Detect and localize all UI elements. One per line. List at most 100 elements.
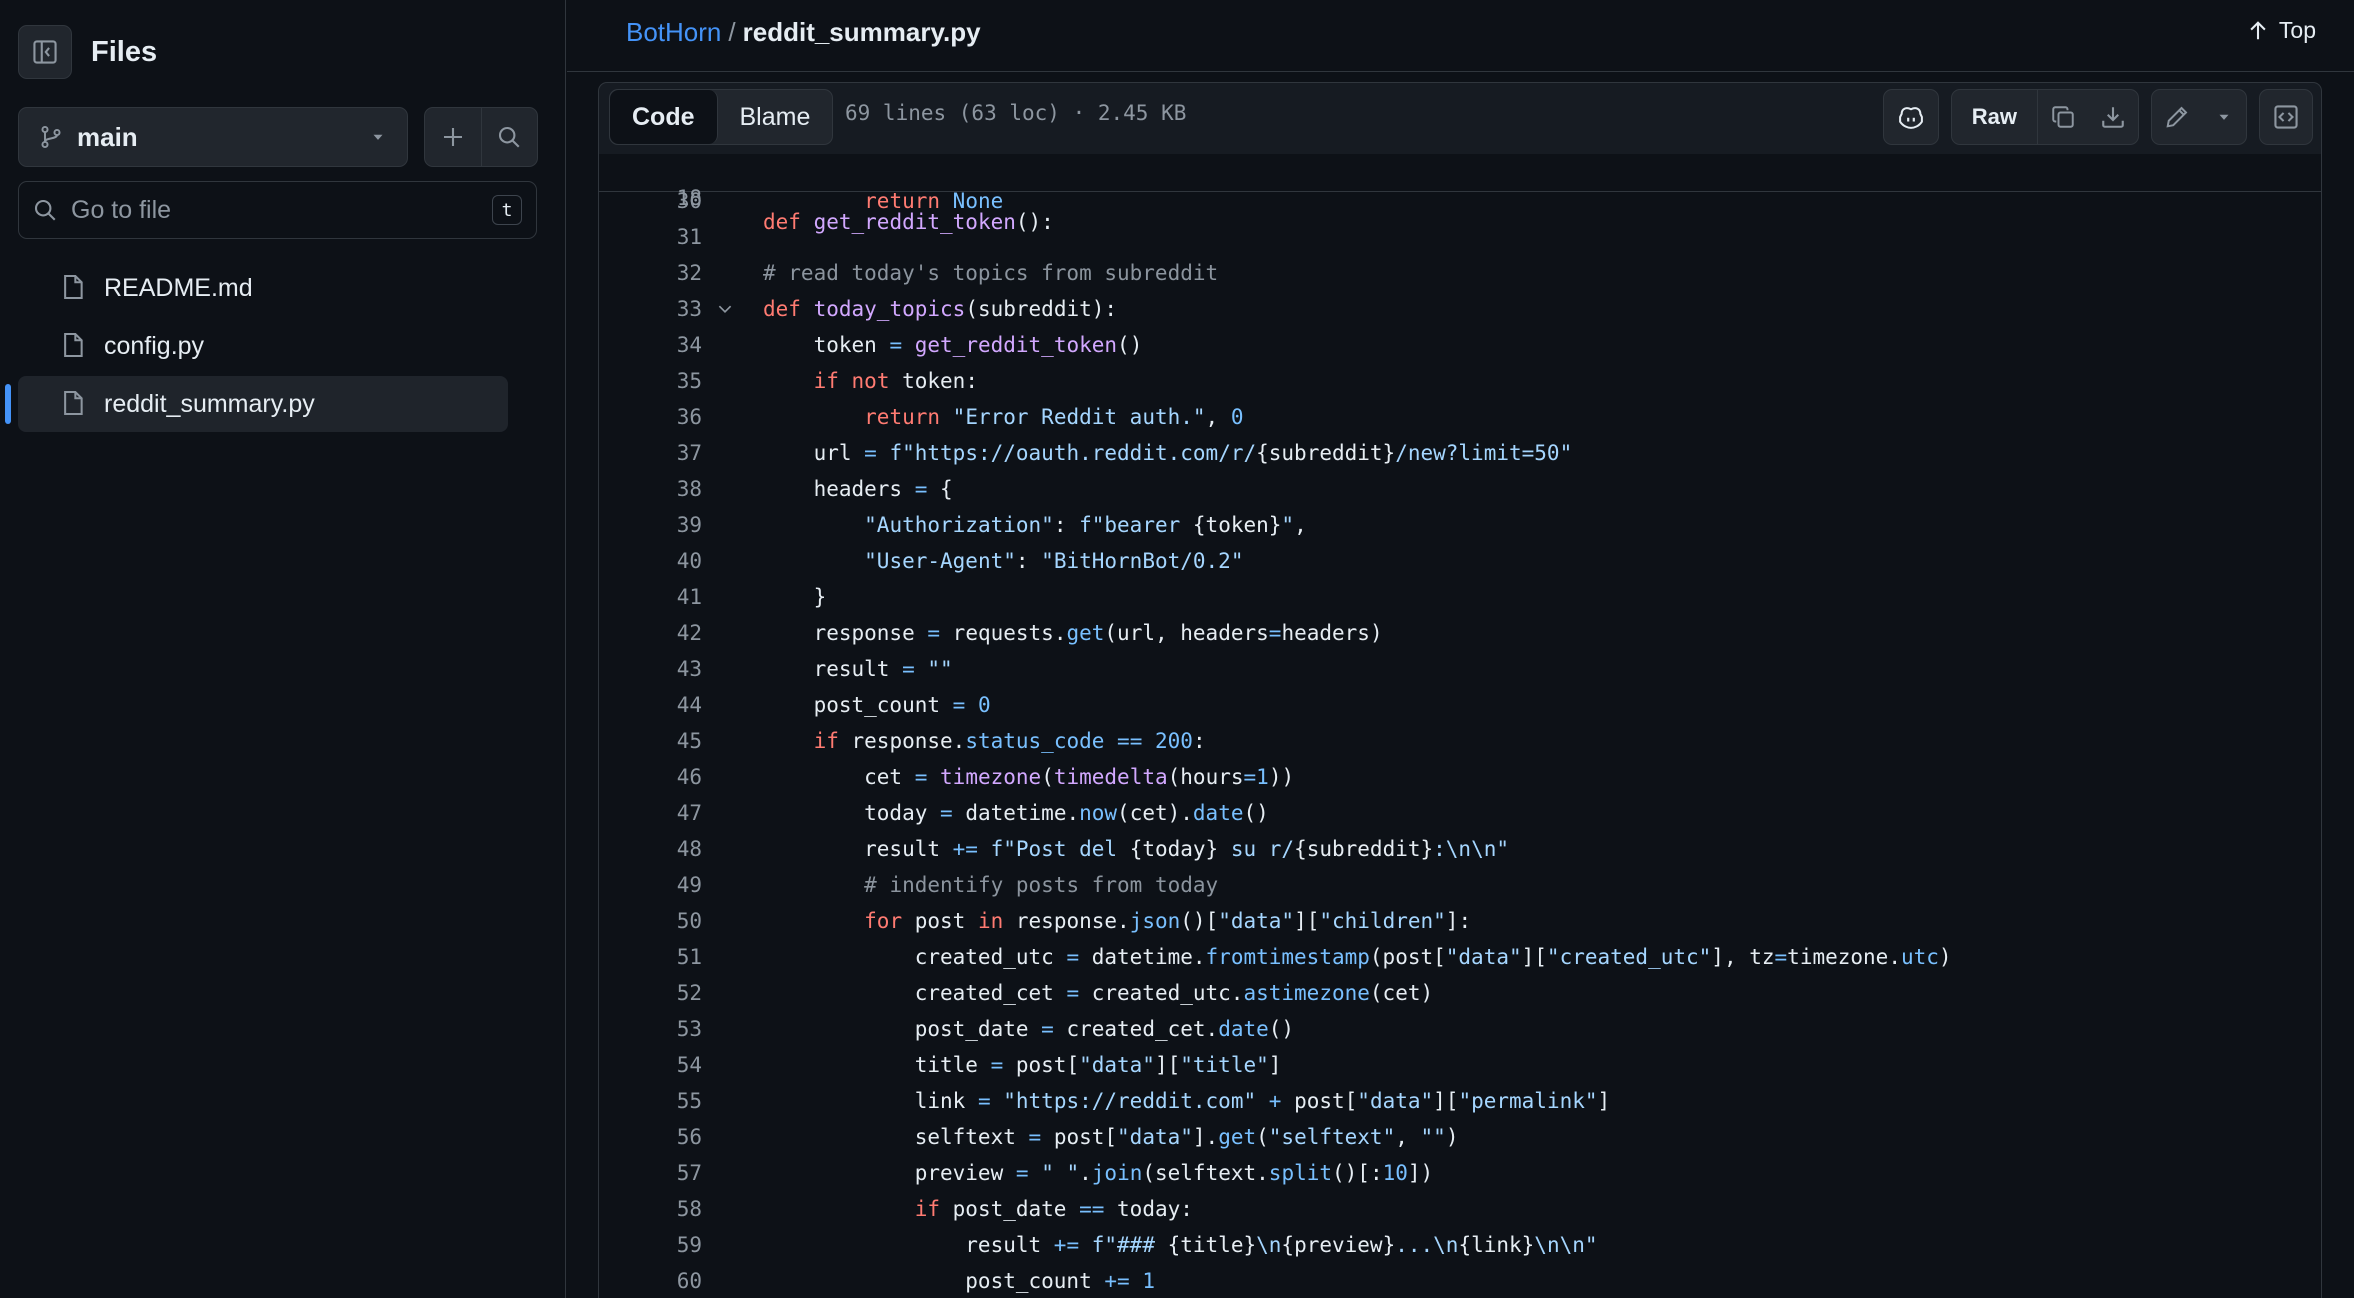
code-text: if post_date == today: [914, 1197, 1193, 1221]
code-text: post_date = created_cet.date() [763, 1017, 1295, 1041]
code-text: for post in response.json()["data"]["chi… [864, 909, 1472, 933]
line-number[interactable]: 46 [599, 759, 702, 795]
go-to-file-placeholder: Go to file [71, 195, 172, 224]
symbols-panel-button[interactable] [2259, 89, 2313, 145]
code-text: headers = { [763, 477, 953, 501]
file-name: reddit_summary.py [104, 389, 315, 418]
line-number[interactable]: 59 [599, 1227, 702, 1263]
line-number[interactable]: 39 [599, 507, 702, 543]
line-number[interactable]: 49 [599, 867, 702, 903]
file-icon [64, 390, 83, 416]
line-number[interactable]: 35 [599, 363, 702, 399]
file-tree-sidebar: Files main Go to file t README.md config… [0, 0, 566, 1298]
scroll-top-label: Top [2278, 17, 2316, 43]
pencil-icon [2166, 106, 2188, 128]
line-number[interactable]: 56 [599, 1119, 702, 1155]
code-text: "Authorization": f"bearer {token}", [864, 513, 1307, 537]
branch-selector[interactable]: main [18, 107, 408, 167]
line-number[interactable]: 55 [599, 1083, 702, 1119]
add-file-button[interactable] [425, 108, 481, 166]
code-lines: 30 return None 31 32 # read today's topics … [599, 183, 2321, 1298]
edit-file-button[interactable] [2152, 90, 2202, 144]
copilot-cell [1884, 90, 1938, 144]
more-edit-options-button[interactable] [2202, 90, 2246, 144]
line-number[interactable]: 51 [599, 939, 702, 975]
line-number[interactable]: 33 [599, 291, 702, 327]
breadcrumb-separator: / [728, 17, 736, 47]
code-line: 34 token = get_reddit_token() [599, 327, 2321, 363]
file-icon [64, 332, 83, 358]
code-line: 38 headers = { [599, 471, 2321, 507]
code-line: 40 "User-Agent": "BitHornBot/0.2" [599, 543, 2321, 579]
code-text: # indentify posts from today [864, 873, 1219, 897]
breadcrumb-repo-link[interactable]: BotHorn [626, 17, 721, 48]
copilot-button[interactable] [1882, 89, 1939, 145]
line-number[interactable]: 32 [599, 255, 702, 291]
line-number[interactable]: 52 [599, 975, 702, 1011]
code-line: 32 # read today's topics from subreddit [599, 255, 2321, 291]
line-number[interactable]: 36 [599, 399, 702, 435]
line-number[interactable]: 42 [599, 615, 702, 651]
code-toolbar: Raw [1882, 89, 2313, 145]
shortcut-hint: t [492, 195, 522, 225]
code-line: 54 title = post["data"]["title"] [599, 1047, 2321, 1083]
line-number[interactable]: 37 [599, 435, 702, 471]
search-files-button[interactable] [480, 108, 538, 166]
line-number[interactable]: 60 [599, 1263, 702, 1298]
download-raw-button[interactable] [2088, 90, 2138, 144]
sticky-scope-header[interactable]: 18 def get_reddit_token(): [599, 154, 2321, 234]
code-line: 59 result += f"### {title}\n{preview}...… [599, 1227, 2321, 1263]
tab-code[interactable]: Code [610, 90, 718, 144]
tree-actions [424, 107, 538, 167]
line-number[interactable]: 57 [599, 1155, 702, 1191]
line-number[interactable]: 50 [599, 903, 702, 939]
code-line: 53 post_date = created_cet.date() [599, 1011, 2321, 1047]
raw-button[interactable]: Raw [1952, 90, 2038, 144]
chevron-down-icon[interactable] [716, 300, 734, 318]
line-number[interactable]: 43 [599, 651, 702, 687]
code-line: 52 created_cet = created_utc.astimezone(… [599, 975, 2321, 1011]
code-text: # read today's topics from subreddit [763, 261, 1219, 285]
code-view: 18 def get_reddit_token(): 30 return Non… [598, 154, 2322, 1298]
line-number[interactable]: 45 [599, 723, 702, 759]
line-number[interactable]: 47 [599, 795, 702, 831]
code-line: 43 result = "" [599, 651, 2321, 687]
download-icon [2102, 107, 2124, 128]
scroll-top-button[interactable]: Top [2247, 17, 2316, 44]
go-to-file-input[interactable]: Go to file t [18, 181, 537, 239]
collapse-sidebar-button[interactable] [18, 25, 72, 79]
file-item-reddit-summary[interactable]: reddit_summary.py [5, 376, 508, 432]
code-line: 56 selftext = post["data"].get("selftext… [599, 1119, 2321, 1155]
triangle-down-icon [2219, 114, 2229, 120]
line-number[interactable]: 40 [599, 543, 702, 579]
code-text: result += f"Post del {today} su r/{subre… [763, 837, 1509, 861]
git-branch-icon [41, 125, 61, 149]
view-tabs: Code Blame [609, 89, 834, 145]
code-text: if not token: [813, 369, 978, 393]
code-text: today = datetime.now(cet).date() [763, 801, 1269, 825]
file-item-config[interactable]: config.py [18, 318, 508, 374]
code-text: return "Error Reddit auth.", 0 [864, 405, 1244, 429]
code-text: } [763, 585, 827, 609]
code-line: 33 def today_topics(subreddit): [599, 291, 2321, 327]
line-number[interactable]: 48 [599, 831, 702, 867]
file-item-readme[interactable]: README.md [18, 260, 508, 316]
line-number[interactable]: 58 [599, 1191, 702, 1227]
line-number[interactable]: 53 [599, 1011, 702, 1047]
code-line: 46 cet = timezone(timedelta(hours=1)) [599, 759, 2321, 795]
line-number[interactable]: 38 [599, 471, 702, 507]
code-text: post_count += 1 [763, 1269, 1155, 1293]
code-line: 51 created_utc = datetime.fromtimestamp(… [599, 939, 2321, 975]
code-header: Code Blame 69 lines (63 loc) · 2.45 KB R… [598, 82, 2322, 154]
line-number[interactable]: 54 [599, 1047, 702, 1083]
code-text: selftext = post["data"].get("selftext", … [763, 1125, 1459, 1149]
line-number[interactable]: 41 [599, 579, 702, 615]
branch-row: main [18, 107, 538, 167]
line-number[interactable]: 34 [599, 327, 702, 363]
code-text: url = f"https://oauth.reddit.com/r/{subr… [763, 441, 1573, 465]
tab-blame[interactable]: Blame [718, 90, 833, 144]
line-number[interactable]: 44 [599, 687, 702, 723]
branch-name: main [77, 121, 138, 152]
copy-raw-button[interactable] [2038, 90, 2088, 144]
symbols-cell [2260, 90, 2312, 144]
